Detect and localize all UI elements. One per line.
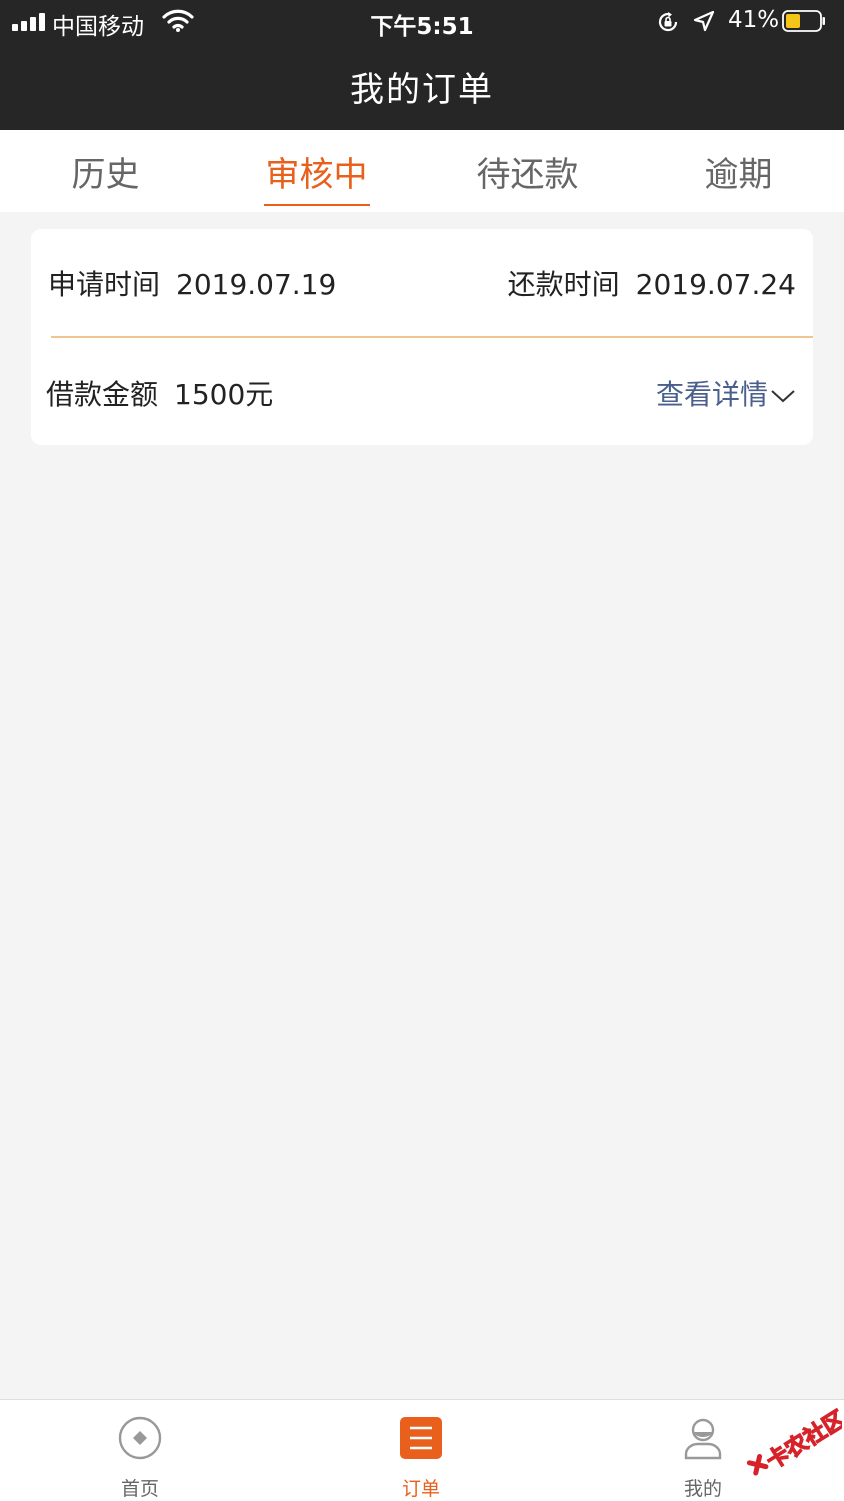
status-time: 下午5:51 (370, 14, 474, 40)
tab-history[interactable]: 历史 (0, 130, 211, 212)
home-icon (118, 1416, 162, 1460)
order-tabs: 历史 审核中 待还款 逾期 (0, 130, 844, 212)
svg-text:卡农社区: 卡农社区 (762, 1408, 842, 1475)
status-bar: 中国移动 下午5:51 41% (0, 0, 844, 44)
bottom-tab-orders[interactable]: 订单 (361, 1400, 481, 1501)
order-icon (400, 1417, 442, 1459)
order-dates-row: 申请时间 2019.07.19 还款时间 2019.07.24 (48, 263, 796, 303)
view-details-label: 查看详情 (655, 378, 768, 411)
bottom-tab-bar: 首页 订单 我的 (0, 1399, 844, 1501)
top-bar: 中国移动 下午5:51 41% 我的订单 (0, 0, 844, 130)
watermark-logo: 卡农社区 (746, 1408, 842, 1476)
chevron-down-icon (771, 390, 795, 403)
apply-time-label: 申请时间 (48, 268, 161, 301)
amount-label: 借款金额 (46, 378, 159, 411)
repay-time-label: 还款时间 (507, 268, 620, 301)
profile-icon (684, 1418, 722, 1460)
location-icon (693, 10, 715, 32)
bottom-tab-orders-label: 订单 (401, 1478, 440, 1500)
bottom-tab-home[interactable]: 首页 (80, 1400, 200, 1501)
repay-time-value: 2019.07.24 (635, 268, 796, 301)
battery-icon (782, 10, 825, 32)
order-amount-row: 借款金额 1500元 查看详情 (46, 373, 796, 413)
page-title: 我的订单 (350, 70, 494, 110)
order-card: 申请时间 2019.07.19 还款时间 2019.07.24 借款金额 1500元 … (31, 229, 813, 445)
tab-overdue[interactable]: 逾期 (633, 130, 844, 212)
apply-time-value: 2019.07.19 (176, 268, 337, 301)
battery-percent: 41% (728, 7, 780, 33)
card-divider (51, 336, 813, 338)
rotation-lock-icon (658, 12, 678, 32)
bottom-tab-home-label: 首页 (120, 1478, 159, 1500)
view-details-button[interactable]: 查看详情 (656, 373, 796, 413)
tab-pending-repayment[interactable]: 待还款 (422, 130, 633, 212)
amount-value: 1500元 (174, 378, 274, 411)
tab-under-review[interactable]: 审核中 (211, 130, 422, 212)
